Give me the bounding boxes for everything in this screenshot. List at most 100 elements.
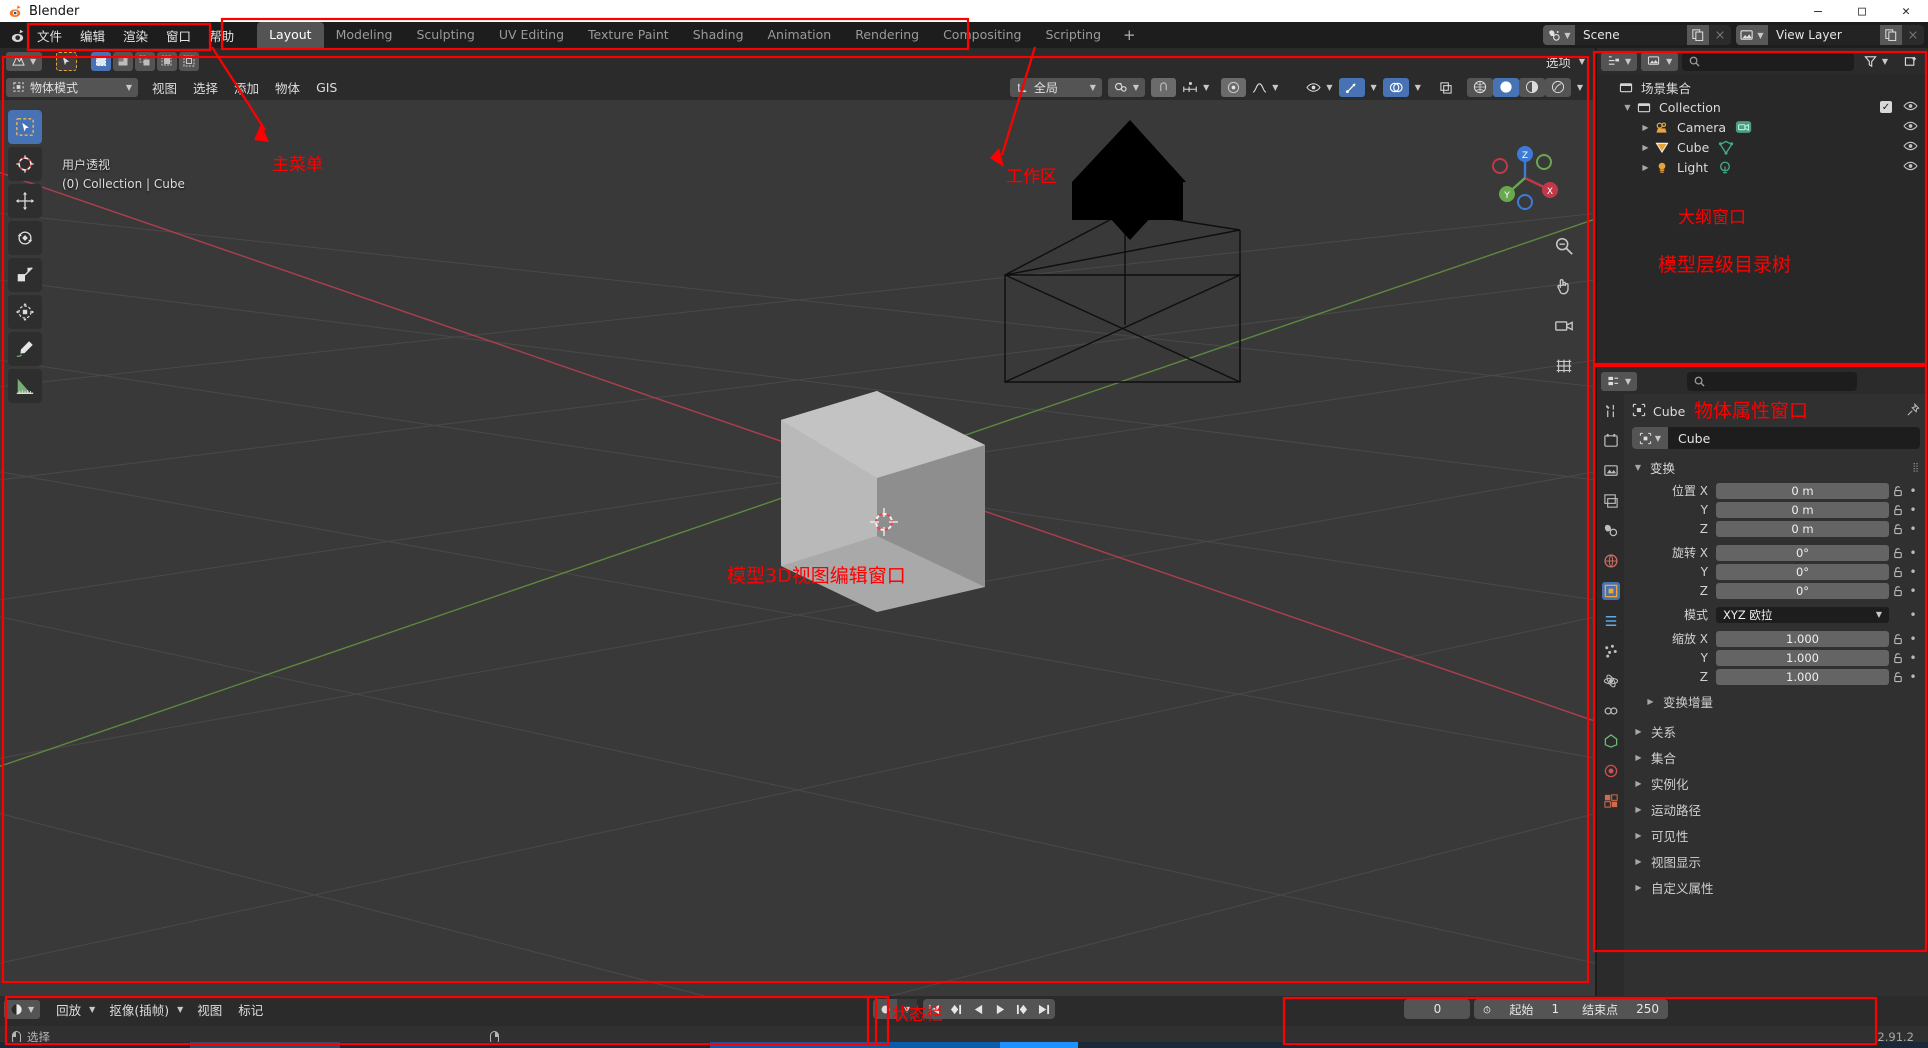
location-x-value[interactable]: 0 m xyxy=(1716,482,1889,499)
select-invert-button[interactable] xyxy=(157,51,178,71)
outliner-search-input[interactable] xyxy=(1682,51,1854,71)
properties-editor[interactable]: ▼ Cube ▼ Cube ▼ 变换 ⣿ 位置 X 0 m • Y 0 m • … xyxy=(1597,368,1928,996)
viewlayer-selector[interactable]: ▼ View Layer xyxy=(1736,25,1924,45)
cursor-tool-button[interactable] xyxy=(8,147,42,181)
outliner-data-icon[interactable] xyxy=(1735,119,1753,135)
viewport-menu-4[interactable]: GIS xyxy=(308,78,345,97)
select-subtract-button[interactable] xyxy=(135,51,156,71)
lock-icon[interactable] xyxy=(1889,523,1906,535)
previous-keyframe-button[interactable] xyxy=(945,999,967,1019)
workspace-tab-compositing[interactable]: Compositing xyxy=(931,22,1033,48)
visibility-eye-icon[interactable] xyxy=(1903,120,1918,135)
select-set-button[interactable] xyxy=(91,51,112,71)
perspective-toggle-icon[interactable] xyxy=(1551,353,1577,379)
collection-checkbox[interactable]: ✓ xyxy=(1880,101,1892,113)
outliner-tree[interactable]: 场景集合 ▼ Collection ✓ ▶ Camera ▶ Cube ▶ Light xyxy=(1597,74,1928,366)
transform-panel-header[interactable]: ▼ 变换 ⣿ xyxy=(1632,456,1920,479)
timeline-menu-3[interactable]: 标记 xyxy=(230,998,271,1021)
lock-icon[interactable] xyxy=(1889,585,1906,597)
object-visibility-selector[interactable]: ▼ xyxy=(1300,78,1338,97)
pivot-point-selector[interactable]: ▼ xyxy=(1107,77,1146,97)
workspace-tab-scripting[interactable]: Scripting xyxy=(1033,22,1113,48)
measure-tool-button[interactable] xyxy=(8,369,42,403)
panel-5[interactable]: ▶ 视图显示 xyxy=(1632,848,1920,874)
new-scene-button[interactable] xyxy=(1687,25,1709,45)
timeline-editor-type[interactable]: ▼ xyxy=(4,999,41,1019)
lock-icon[interactable] xyxy=(1889,566,1906,578)
frame-end-value[interactable]: 250 xyxy=(1627,1002,1668,1016)
chevron-right-icon[interactable]: ▶ xyxy=(1639,123,1652,132)
shading-material-button[interactable] xyxy=(1518,77,1545,97)
navigation-gizmo[interactable]: Z X Y xyxy=(1483,136,1567,220)
outliner-row-camera[interactable]: ▶ Camera xyxy=(1597,117,1928,137)
animate-property-dot[interactable]: • xyxy=(1906,608,1920,622)
rotation-y-value[interactable]: 0° xyxy=(1716,563,1889,580)
move-tool-button[interactable] xyxy=(8,184,42,218)
timeline-editor[interactable]: ▼ 回放 ▼ 抠像(插帧) ▼ 视图 标记 ▼ 0 起始 1 结束点 250 xyxy=(0,996,1928,1026)
shading-rendered-button[interactable] xyxy=(1544,77,1571,97)
outliner-editor[interactable]: ▼ ▼ ▼ 场景集合 ▼ Collection ✓ ▶ Camera ▶ Cube ▶ Light xyxy=(1597,48,1928,366)
animate-property-dot[interactable]: • xyxy=(1906,565,1920,579)
animate-property-dot[interactable]: • xyxy=(1906,522,1920,536)
animate-property-dot[interactable]: • xyxy=(1906,503,1920,517)
visibility-eye-icon[interactable] xyxy=(1903,140,1918,155)
chevron-right-icon[interactable]: ▶ xyxy=(1639,143,1652,152)
close-button[interactable]: ✕ xyxy=(1884,0,1928,22)
falloff-selector[interactable]: ▼ xyxy=(1246,78,1284,97)
animate-property-dot[interactable]: • xyxy=(1906,670,1920,684)
workspace-tab-rendering[interactable]: Rendering xyxy=(843,22,931,48)
viewport-menu-0[interactable]: 视图 xyxy=(144,76,185,99)
transform-orientation-selector[interactable]: 全局 ▼ xyxy=(1009,77,1102,97)
object-tab[interactable] xyxy=(1601,582,1620,600)
menu-item-1[interactable]: 编辑 xyxy=(71,23,114,48)
rotate-tool-button[interactable] xyxy=(8,221,42,255)
panel-drag-handle[interactable]: ⣿ xyxy=(1912,463,1920,473)
modifier-tab[interactable] xyxy=(1602,612,1620,630)
viewport-options-menu[interactable]: 选项 xyxy=(1538,50,1579,73)
menu-item-3[interactable]: 窗口 xyxy=(157,23,200,48)
scene-selector[interactable]: ▼ Scene xyxy=(1543,25,1731,45)
rotation-mode-dropdown[interactable]: XYZ 欧拉 ▼ xyxy=(1716,606,1889,623)
animate-property-dot[interactable]: • xyxy=(1906,632,1920,646)
delta-transform-panel[interactable]: ▶ 变换增量 xyxy=(1632,691,1920,712)
lock-icon[interactable] xyxy=(1889,504,1906,516)
outliner-filter-button[interactable]: ▼ xyxy=(1858,52,1894,71)
gizmo-toggle[interactable] xyxy=(1338,77,1365,97)
viewport-menu-2[interactable]: 添加 xyxy=(226,76,267,99)
visibility-eye-icon[interactable] xyxy=(1903,100,1918,115)
workspace-tab-layout[interactable]: Layout xyxy=(257,22,324,48)
timeline-menu-0[interactable]: 回放 xyxy=(48,998,89,1021)
outliner-row-cube[interactable]: ▶ Cube xyxy=(1597,137,1928,157)
panel-2[interactable]: ▶ 实例化 xyxy=(1632,770,1920,796)
outliner-data-icon[interactable] xyxy=(1717,160,1733,175)
panel-6[interactable]: ▶ 自定义属性 xyxy=(1632,874,1920,900)
scale-tool-button[interactable] xyxy=(8,258,42,292)
shading-solid-button[interactable] xyxy=(1492,77,1519,97)
play-button[interactable] xyxy=(989,999,1011,1019)
particles-tab[interactable] xyxy=(1602,642,1620,660)
panel-4[interactable]: ▶ 可见性 xyxy=(1632,822,1920,848)
snap-settings[interactable]: ▼ xyxy=(1176,78,1215,97)
jump-to-end-button[interactable] xyxy=(1033,999,1055,1019)
zoom-icon[interactable] xyxy=(1551,233,1577,259)
gizmo-settings[interactable]: ▼ xyxy=(1365,78,1383,97)
cursor-select-button[interactable] xyxy=(56,51,78,71)
minimize-button[interactable]: – xyxy=(1796,0,1840,22)
animate-property-dot[interactable]: • xyxy=(1906,484,1920,498)
outliner-row-collection[interactable]: ▼ Collection ✓ xyxy=(1597,97,1928,117)
constraints-tab[interactable] xyxy=(1602,702,1620,720)
animate-property-dot[interactable]: • xyxy=(1906,651,1920,665)
scene-tab[interactable] xyxy=(1602,522,1620,540)
remove-viewlayer-button[interactable] xyxy=(1902,25,1924,45)
data-tab[interactable] xyxy=(1602,732,1620,750)
object-name-field[interactable]: ▼ Cube xyxy=(1632,427,1920,449)
interaction-mode-selector[interactable]: 物体模式 ▼ xyxy=(6,77,138,97)
panel-0[interactable]: ▶ 关系 xyxy=(1632,718,1920,744)
world-tab[interactable] xyxy=(1602,552,1620,570)
panel-1[interactable]: ▶ 集合 xyxy=(1632,744,1920,770)
lock-icon[interactable] xyxy=(1889,671,1906,683)
texture-tab[interactable] xyxy=(1602,792,1620,810)
maximize-button[interactable]: □ xyxy=(1840,0,1884,22)
pan-hand-icon[interactable] xyxy=(1551,273,1577,299)
rotation-z-value[interactable]: 0° xyxy=(1716,582,1889,599)
